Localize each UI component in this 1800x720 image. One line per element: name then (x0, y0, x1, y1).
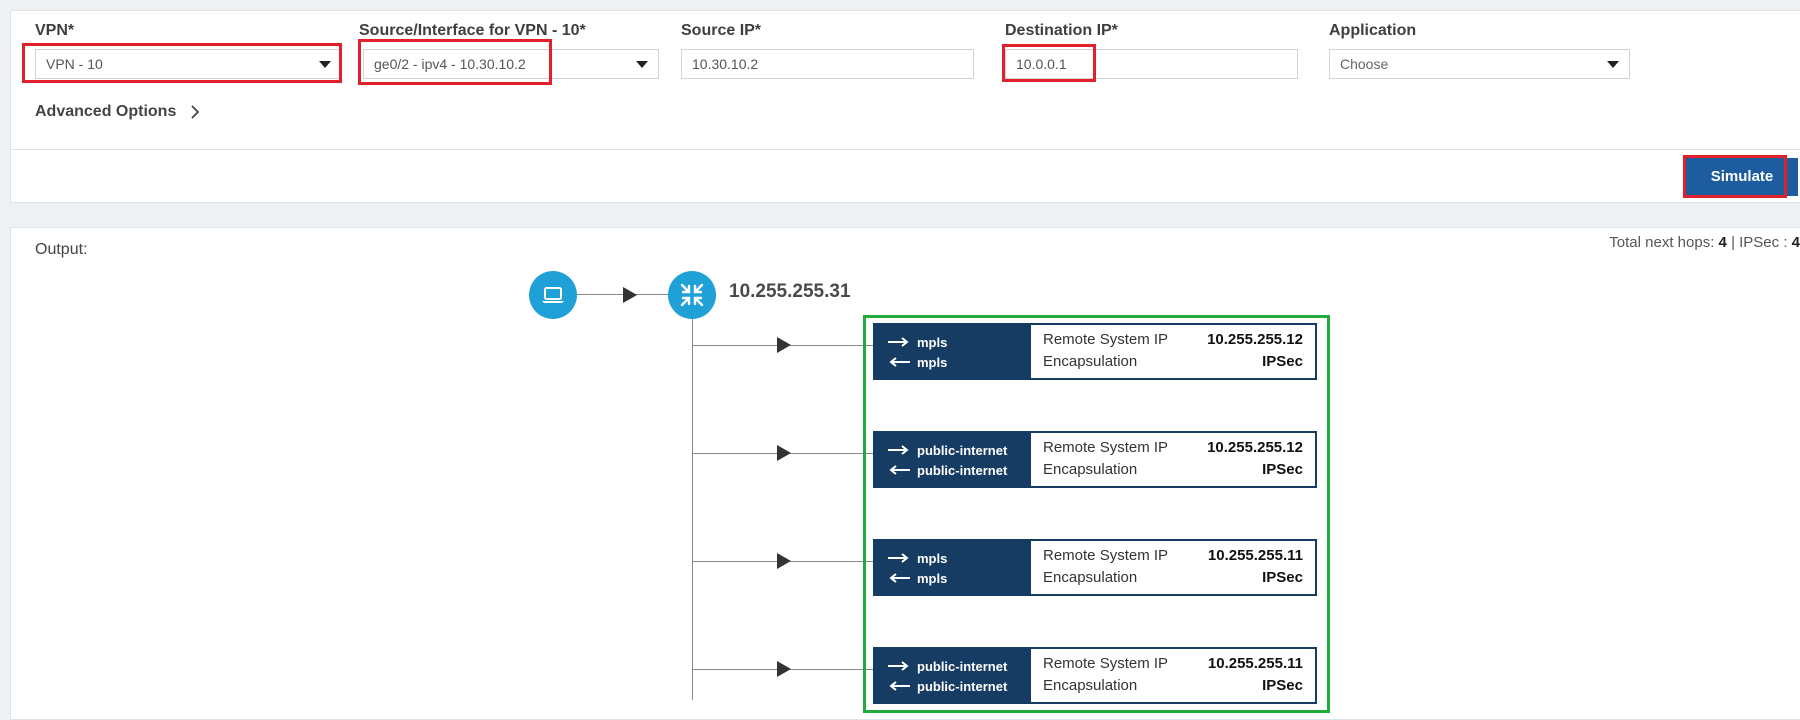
vpn-highlight (22, 43, 342, 83)
source-device-node[interactable] (529, 271, 577, 319)
tree-trunk (692, 319, 693, 700)
application-label: Application (1329, 22, 1417, 39)
application-placeholder: Choose (1340, 56, 1389, 72)
next-hops-highlight (863, 315, 1330, 713)
application-select[interactable]: Choose (1329, 49, 1630, 79)
arrow-right-icon (777, 337, 791, 353)
trace-form-panel: VPN* VPN - 10 Source/Interface for VPN -… (10, 10, 1800, 203)
router-node[interactable] (668, 271, 716, 319)
router-icon (680, 283, 704, 307)
chevron-right-icon (191, 105, 200, 119)
arrow-right-icon (777, 445, 791, 461)
ipsec-label: | IPSec : (1731, 234, 1788, 251)
dropdown-caret-icon (636, 61, 648, 68)
advanced-options-label: Advanced Options (35, 103, 177, 120)
arrow-right-icon (623, 287, 637, 303)
advanced-options-toggle[interactable]: Advanced Options (35, 103, 200, 121)
simulate-highlight (1683, 155, 1787, 198)
destination-ip-highlight (1002, 44, 1096, 82)
hops-value: 4 (1718, 234, 1727, 251)
vpn-label: VPN* (35, 22, 75, 39)
destination-ip-label: Destination IP* (1005, 22, 1118, 39)
source-interface-highlight (358, 39, 552, 85)
laptop-icon (542, 287, 564, 303)
form-divider (11, 149, 1800, 150)
ipsec-value: 4 (1791, 234, 1800, 251)
hops-label: Total next hops: (1609, 234, 1715, 251)
dropdown-caret-icon (1607, 61, 1619, 68)
arrow-right-icon (777, 661, 791, 677)
arrow-right-icon (777, 553, 791, 569)
source-ip-value: 10.30.10.2 (692, 56, 759, 72)
output-label: Output: (35, 241, 88, 258)
hop-summary: Total next hops: 4 | IPSec : 4 (1609, 234, 1800, 251)
source-ip-label: Source IP* (681, 22, 762, 39)
router-ip: 10.255.255.31 (729, 281, 851, 302)
source-ip-input[interactable]: 10.30.10.2 (681, 49, 974, 79)
source-interface-label: Source/Interface for VPN - 10* (359, 22, 586, 39)
